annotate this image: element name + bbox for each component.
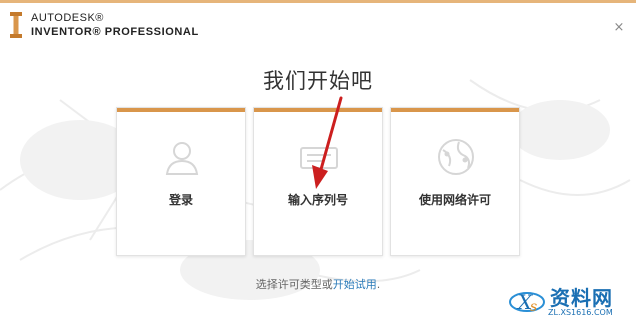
- svg-text:s: s: [530, 299, 537, 315]
- brand-product: INVENTOR® PROFESSIONAL: [31, 26, 199, 38]
- watermark-logo-icon: X s: [509, 290, 545, 315]
- user-icon: [165, 142, 199, 175]
- brand-autodesk: AUTODESK®: [31, 12, 104, 24]
- network-globe-icon: [438, 139, 474, 175]
- autodesk-i-logo-icon: [10, 12, 22, 38]
- signin-label: 登录: [168, 193, 193, 207]
- network-license-card[interactable]: 使用网络许可: [390, 107, 520, 256]
- dialog-header: AUTODESK® INVENTOR® PROFESSIONAL ×: [0, 3, 636, 47]
- red-arrow-annotation: [312, 96, 343, 189]
- card-accent-bar: [117, 108, 245, 112]
- page-title: 我们开始吧: [263, 69, 373, 93]
- watermark: X s 资料网 ZL.XS1616.COM: [506, 281, 634, 321]
- start-trial-link[interactable]: 开始试用: [333, 278, 377, 291]
- activation-dialog: AUTODESK® INVENTOR® PROFESSIONAL × 我们开始吧…: [0, 0, 636, 324]
- footer-suffix: .: [376, 278, 381, 291]
- watermark-url: ZL.XS1616.COM: [548, 308, 613, 317]
- close-button[interactable]: ×: [612, 21, 626, 35]
- signin-card[interactable]: 登录: [116, 107, 246, 256]
- card-accent-bar: [391, 108, 519, 112]
- footer-prefix: 选择许可类型或: [255, 278, 333, 291]
- watermark-text: 资料网: [550, 286, 613, 310]
- network-license-label: 使用网络许可: [418, 193, 491, 207]
